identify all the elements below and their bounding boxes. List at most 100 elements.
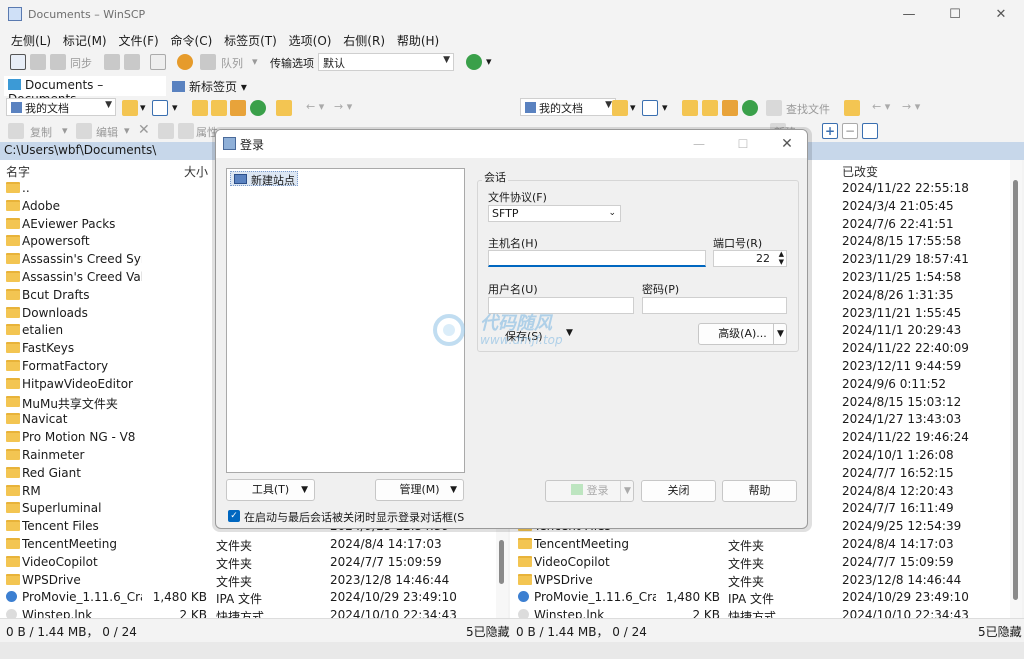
site-tree[interactable]: 新建站点 [226,168,465,473]
bookmark-icon[interactable] [276,100,292,116]
open-folder-icon[interactable] [122,100,138,116]
menu-mark[interactable]: 标记(M) [59,30,111,51]
manage-button[interactable]: 管理(M) ▼ [375,479,464,501]
menu-right[interactable]: 右侧(R) [339,30,389,51]
protocol-select[interactable]: SFTP ⌄ [488,205,621,222]
chevron-down-icon[interactable]: ▾ [172,101,178,114]
right-file-row[interactable]: ProMovie_1.11.6_Cra... 1,480 KB IPA 文件 2024… [510,589,1010,607]
menu-help[interactable]: 帮助(H) [393,30,443,51]
menu-commands[interactable]: 命令(C) [167,30,217,51]
compare-dirs-icon[interactable] [10,54,26,70]
left-status-hidden[interactable]: 5已隐藏 [466,623,510,640]
password-input[interactable] [642,297,787,314]
queue-icon[interactable] [200,54,216,70]
left-scroll-thumb[interactable] [499,540,504,584]
menu-file[interactable]: 文件(F) [114,30,162,51]
spinner-arrows-icon[interactable]: ▲ ▼ [779,250,784,266]
login-button[interactable]: 登录 ▼ [545,480,634,502]
transfer-settings-select[interactable]: 默认 ▼ [318,53,454,71]
refresh-icon[interactable] [250,100,266,116]
right-status-hidden[interactable]: 5已隐藏 [978,623,1022,640]
menu-options[interactable]: 选项(O) [285,30,336,51]
open-folder-icon[interactable] [612,100,628,116]
plus-icon[interactable]: + [822,123,838,139]
refresh-icon[interactable] [150,54,166,70]
menu-left[interactable]: 左侧(L) [7,30,55,51]
queue-label[interactable]: 队列 [221,55,243,71]
advanced-button[interactable]: 高级(A)... ▼ [698,323,787,345]
right-file-row[interactable]: VideoCopilot 文件夹 2024/7/7 15:09:59 [510,554,1010,572]
minus-icon[interactable]: − [842,123,858,139]
properties-icon[interactable] [178,123,194,139]
site-item-new[interactable]: 新建站点 [230,171,298,187]
host-input[interactable] [488,250,706,267]
right-file-row[interactable]: WPSDrive 文件夹 2023/12/8 14:46:44 [510,572,1010,590]
preferences-gear-icon[interactable] [177,54,193,70]
delete-icon[interactable]: ✕ [138,122,150,138]
parent-dir-icon[interactable] [682,100,698,116]
chevron-down-icon[interactable]: ▾ [62,124,68,137]
right-file-row[interactable]: TencentMeeting 文件夹 2024/8/4 14:17:03 [510,536,1010,554]
putty-icon[interactable] [124,54,140,70]
right-location-select[interactable]: 我的文档 ▼ [520,98,616,116]
filter-icon[interactable] [152,100,168,116]
tab-documents[interactable]: Documents – Documents [4,76,166,106]
column-changed[interactable]: 已改变 [842,160,878,180]
back-arrow-icon[interactable]: ← ▾ [872,100,890,113]
column-name[interactable]: 名字 [6,160,30,180]
chevron-down-icon[interactable]: ▾ [252,55,258,68]
remote-globe-icon[interactable] [466,54,482,70]
sync-label[interactable]: 同步 [70,55,92,71]
home-icon[interactable] [722,100,738,116]
refresh-icon[interactable] [742,100,758,116]
find-files-icon[interactable] [766,100,782,116]
rename-icon[interactable] [158,123,174,139]
right-scroll-thumb[interactable] [1013,180,1018,600]
parent-dir-icon[interactable] [192,100,208,116]
left-copy-label[interactable]: 复制 [30,124,52,140]
right-file-row[interactable]: Winstep.lnk 2 KB 快捷方式 2024/10/10 22:34:43 [510,607,1010,618]
root-dir-icon[interactable] [702,100,718,116]
filter-icon[interactable] [642,100,658,116]
left-file-row[interactable]: TencentMeeting 文件夹 2024/8/4 14:17:03 [0,536,496,554]
copy-icon[interactable] [8,123,24,139]
filter-icon[interactable] [862,123,878,139]
left-location-select[interactable]: 我的文档 ▼ [6,98,116,116]
show-login-checkbox[interactable]: ✓ [228,510,240,522]
dialog-maximize-button[interactable]: ☐ [721,130,765,158]
close-dialog-button[interactable]: 关闭 [641,480,716,502]
sync-icon[interactable] [50,54,66,70]
column-size[interactable]: 大小 [184,160,208,180]
chevron-down-icon[interactable]: ▾ [630,101,636,114]
root-dir-icon[interactable] [211,100,227,116]
tools-button[interactable]: 工具(T) ▼ [226,479,315,501]
chevron-down-icon[interactable]: ▾ [486,55,492,68]
chevron-down-icon[interactable]: ▾ [124,124,130,137]
dialog-close-icon[interactable]: ✕ [765,130,807,158]
forward-arrow-icon[interactable]: → ▾ [902,100,920,113]
edit-icon[interactable] [76,123,92,139]
sync-browse-icon[interactable] [30,54,46,70]
console-icon[interactable] [104,54,120,70]
port-input[interactable]: 22 ▲ ▼ [713,250,787,267]
help-button[interactable]: 帮助 [722,480,797,502]
chevron-down-icon[interactable]: ▾ [662,101,668,114]
left-file-row[interactable]: ProMovie_1.11.6_Cra... 1,480 KB IPA 文件 2024… [0,589,496,607]
close-button[interactable]: ✕ [978,0,1024,30]
left-file-row[interactable]: WPSDrive 文件夹 2023/12/8 14:46:44 [0,572,496,590]
home-icon[interactable] [230,100,246,116]
left-edit-label[interactable]: 编辑 [96,124,118,140]
show-login-checkbox-label[interactable]: 在启动与最后会话被关闭时显示登录对话框(S [244,509,464,525]
left-file-row[interactable]: Winstep.lnk 2 KB 快捷方式 2024/10/10 22:34:43 [0,607,496,618]
maximize-button[interactable]: ☐ [932,0,978,30]
find-files-label[interactable]: 查找文件 [786,101,830,117]
forward-arrow-icon[interactable]: → ▾ [334,100,352,113]
left-file-row[interactable]: VideoCopilot 文件夹 2024/7/7 15:09:59 [0,554,496,572]
dialog-minimize-button[interactable]: — [677,130,721,158]
menu-tabs[interactable]: 标签页(T) [220,30,281,51]
bookmark-icon[interactable] [844,100,860,116]
back-arrow-icon[interactable]: ← ▾ [306,100,324,113]
minimize-button[interactable]: — [886,0,932,30]
tab-new[interactable]: 新标签页 ▾ [168,76,251,96]
right-scrollbar[interactable] [1010,160,1022,618]
